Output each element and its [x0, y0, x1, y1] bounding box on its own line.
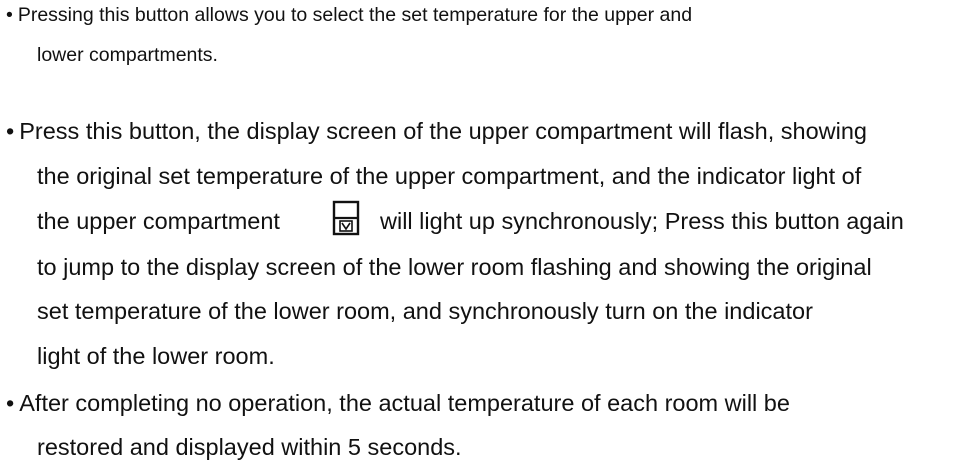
para2-line4: to jump to the display screen of the low… — [37, 254, 872, 280]
para2-line5: set temperature of the lower room, and s… — [37, 298, 813, 324]
para2-line2: the original set temperature of the uppe… — [37, 163, 862, 189]
para1-line1-text: Pressing this button allows you to selec… — [17, 4, 693, 26]
para1-line2: lower compartments. — [37, 44, 218, 66]
para1-line1: • Pressing this button allows you to sele… — [6, 4, 693, 26]
bullet: • — [6, 118, 15, 144]
para2-line3-after-icon: will light up synchronously; Press this … — [380, 208, 904, 234]
para2-line1-text: Press this button, the display screen of… — [19, 118, 867, 144]
para3-line2: restored and displayed within 5 seconds. — [37, 434, 462, 460]
para2-line6: light of the lower room. — [37, 343, 275, 369]
para2-line1: • Press this button, the display screen o… — [6, 118, 867, 144]
para2-line3-before-icon: the upper compartment — [37, 208, 280, 234]
bullet: • — [6, 4, 13, 26]
upper-compartment-indicator-icon — [332, 200, 360, 236]
para3-line1-text: After completing no operation, the actua… — [19, 390, 790, 416]
bullet: • — [6, 390, 15, 416]
para3-line1: • After completing no operation, the actu… — [6, 390, 790, 416]
